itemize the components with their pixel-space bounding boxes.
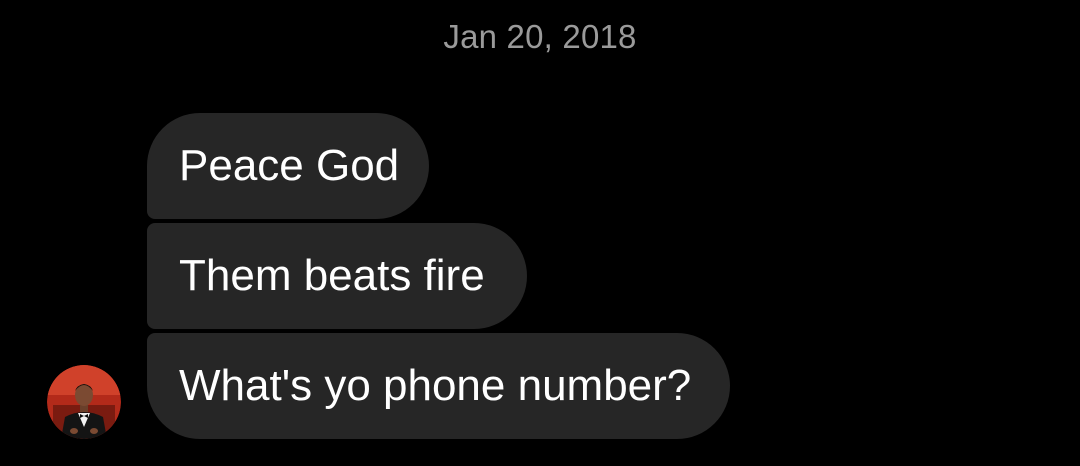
message-text: Peace God bbox=[179, 141, 400, 190]
sender-avatar[interactable] bbox=[47, 365, 121, 439]
message-text: Them beats fire bbox=[179, 251, 485, 300]
chat-thread: Jan 20, 2018 Peace God Them beats fire W… bbox=[0, 0, 1080, 466]
message-bubble[interactable]: Peace God bbox=[147, 113, 429, 219]
date-divider: Jan 20, 2018 bbox=[443, 18, 637, 55]
message-bubble[interactable]: Them beats fire bbox=[147, 223, 527, 329]
message-bubble[interactable]: What's yo phone number? bbox=[147, 333, 730, 439]
message-text: What's yo phone number? bbox=[179, 361, 692, 410]
profile-photo-avatar-icon bbox=[47, 365, 121, 439]
